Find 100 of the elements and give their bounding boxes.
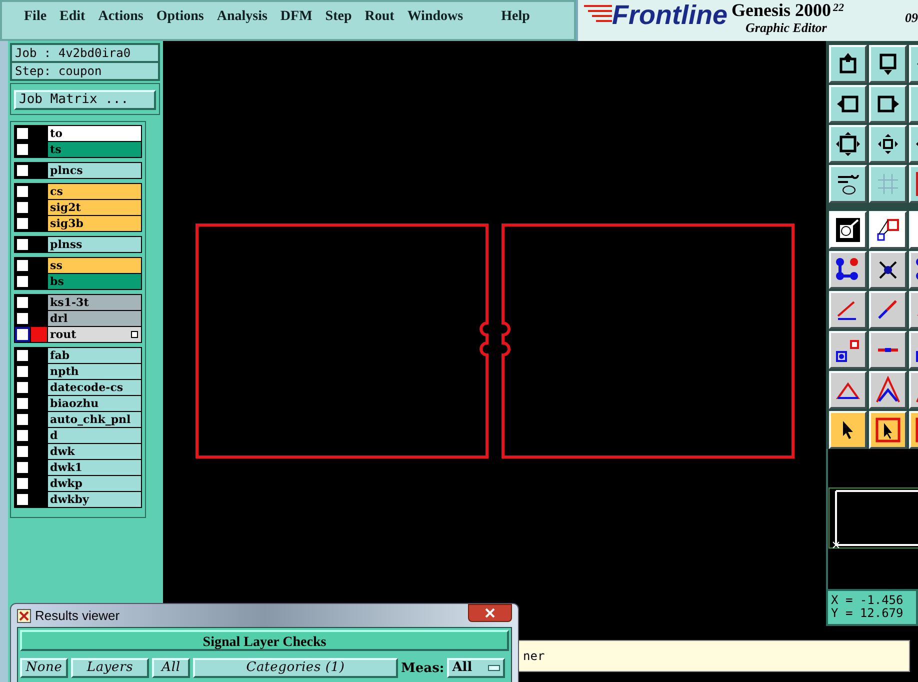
layer-name[interactable]: npth bbox=[48, 364, 141, 379]
menu-item[interactable]: DFM bbox=[280, 6, 312, 27]
layer-checkbox[interactable] bbox=[15, 126, 30, 141]
measure-dropdown[interactable]: All bbox=[447, 658, 506, 678]
tool-button[interactable] bbox=[869, 371, 907, 409]
triangle-icon bbox=[874, 376, 902, 404]
tool-button[interactable] bbox=[869, 85, 907, 123]
layer-checkbox[interactable] bbox=[15, 348, 30, 363]
filter-button[interactable]: All bbox=[152, 658, 190, 678]
layer-name[interactable]: dwk1 bbox=[48, 460, 141, 475]
layer-name[interactable]: fab bbox=[48, 348, 141, 363]
filter-button[interactable]: None bbox=[20, 658, 68, 678]
layer-checkbox[interactable] bbox=[15, 412, 30, 427]
tool-button[interactable] bbox=[829, 165, 867, 203]
tool-button[interactable] bbox=[829, 125, 867, 163]
layer-name[interactable]: sig2t bbox=[48, 200, 141, 215]
layer-name[interactable]: ks1-3t bbox=[48, 295, 141, 310]
layer-checkbox[interactable] bbox=[15, 476, 30, 491]
layer-name[interactable]: ss bbox=[48, 258, 141, 273]
job-label: Job : 4v2bd0ira0 bbox=[11, 44, 159, 62]
tool-button[interactable] bbox=[869, 251, 907, 289]
version-text: 22 bbox=[833, 1, 844, 16]
layer-name[interactable]: dwkby bbox=[48, 492, 141, 507]
layer-name[interactable]: drl bbox=[48, 311, 141, 326]
close-button[interactable] bbox=[468, 604, 512, 622]
x-coordinate: X = -1.456 bbox=[831, 594, 904, 607]
measure-label: Meas: bbox=[401, 660, 444, 678]
filter-button[interactable]: Layers bbox=[71, 658, 149, 678]
layer-checkbox[interactable] bbox=[15, 295, 30, 310]
tool-button[interactable] bbox=[829, 371, 867, 409]
layer-name[interactable]: cs bbox=[48, 184, 141, 199]
layer-name[interactable]: dwkp bbox=[48, 476, 141, 491]
logo-text: Frontline bbox=[612, 0, 728, 30]
layer-name[interactable]: d bbox=[48, 428, 141, 443]
pad-icon bbox=[834, 216, 862, 244]
tool-button[interactable] bbox=[869, 411, 907, 449]
layer-name[interactable]: plncs bbox=[48, 163, 141, 178]
menu-item[interactable]: Rout bbox=[364, 6, 394, 27]
layer-checkbox[interactable] bbox=[15, 428, 30, 443]
layer-checkbox[interactable] bbox=[15, 184, 30, 199]
layer-checkbox[interactable] bbox=[15, 311, 30, 326]
expand-arrows-icon bbox=[834, 130, 862, 158]
menu-item[interactable]: File bbox=[24, 6, 47, 27]
tool-button[interactable] bbox=[869, 291, 907, 329]
tool-button[interactable] bbox=[829, 45, 867, 83]
tool-button[interactable] bbox=[829, 85, 867, 123]
layer-checkbox[interactable] bbox=[15, 216, 30, 231]
layer-name[interactable]: sig3b bbox=[48, 216, 141, 231]
job-matrix-button[interactable]: Job Matrix ... bbox=[14, 90, 156, 110]
tool-button[interactable] bbox=[829, 411, 867, 449]
status-message: ner bbox=[523, 648, 545, 665]
pointer-icon bbox=[874, 416, 902, 444]
tool-button[interactable] bbox=[869, 211, 907, 249]
layer-checkbox[interactable] bbox=[15, 396, 30, 411]
menu-item[interactable]: Edit bbox=[60, 6, 86, 27]
layer-name[interactable]: ts bbox=[48, 142, 141, 157]
layer-checkbox[interactable] bbox=[15, 237, 30, 252]
bar-icon bbox=[877, 347, 899, 353]
layer-checkbox[interactable] bbox=[15, 492, 30, 507]
product-title: Genesis 2000 bbox=[732, 0, 832, 20]
tool-button[interactable] bbox=[829, 211, 867, 249]
layer-name[interactable]: bs bbox=[48, 274, 141, 289]
menu-item[interactable]: Windows bbox=[407, 6, 464, 27]
step-label: Step: coupon bbox=[11, 62, 159, 80]
menu-item[interactable]: Analysis bbox=[216, 6, 268, 27]
layer-checkbox[interactable] bbox=[15, 258, 30, 273]
date-text: 09 bbox=[905, 9, 918, 27]
layer-name[interactable]: plnss bbox=[48, 237, 141, 252]
layer-name[interactable]: to bbox=[48, 126, 141, 141]
layer-checkbox[interactable] bbox=[15, 460, 30, 475]
layer-name[interactable]: dwk bbox=[48, 444, 141, 459]
dropdown-icon bbox=[488, 665, 500, 671]
app-icon bbox=[17, 608, 31, 622]
layer-checkbox[interactable] bbox=[15, 364, 30, 379]
layer-checkbox[interactable] bbox=[15, 163, 30, 178]
menu-item[interactable]: Options bbox=[156, 6, 204, 27]
tool-button[interactable] bbox=[869, 45, 907, 83]
layer-checkbox[interactable] bbox=[15, 200, 30, 215]
tool-button[interactable] bbox=[829, 291, 867, 329]
layer-checkbox[interactable] bbox=[15, 142, 30, 157]
layer-checkbox[interactable] bbox=[15, 444, 30, 459]
tool-button[interactable] bbox=[829, 331, 867, 369]
menu-item[interactable]: Actions bbox=[98, 6, 144, 27]
layer-checkbox[interactable] bbox=[15, 327, 30, 342]
layer-name[interactable]: datecode-cs bbox=[48, 380, 141, 395]
tool-button[interactable] bbox=[869, 165, 907, 203]
menu-item[interactable]: Step bbox=[325, 6, 352, 27]
y-coordinate: Y = 12.679 bbox=[831, 607, 904, 620]
layer-checkbox[interactable] bbox=[15, 380, 30, 395]
tool-button[interactable] bbox=[829, 251, 867, 289]
expand-icon[interactable] bbox=[131, 331, 138, 338]
filter-button[interactable]: Categories (1) bbox=[193, 658, 398, 678]
menu-item[interactable]: Help bbox=[501, 6, 530, 27]
layer-checkbox[interactable] bbox=[15, 274, 30, 289]
tool-button[interactable] bbox=[869, 331, 907, 369]
layer-name[interactable]: biaozhu bbox=[48, 396, 141, 411]
layer-name[interactable]: auto_chk_pnl bbox=[48, 412, 141, 427]
tool-button[interactable] bbox=[869, 125, 907, 163]
signal-layer-checks-button[interactable]: Signal Layer Checks bbox=[20, 630, 509, 651]
layer-name[interactable]: rout bbox=[48, 327, 141, 342]
